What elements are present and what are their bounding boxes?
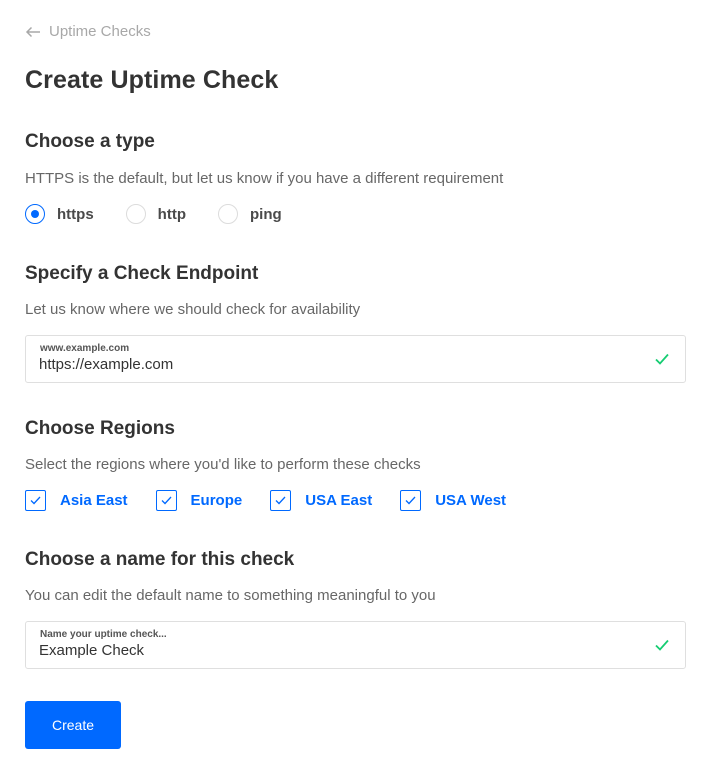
checkbox-europe[interactable]: Europe bbox=[155, 490, 243, 511]
regions-checkbox-group: Asia East Europe USA East USA West bbox=[25, 490, 534, 511]
check-name-input[interactable] bbox=[39, 642, 639, 659]
radio-label: https bbox=[57, 205, 94, 223]
radio-ping[interactable]: ping bbox=[218, 204, 282, 224]
regions-section-title: Choose Regions bbox=[25, 418, 175, 439]
arrow-left-icon bbox=[25, 26, 40, 37]
radio-label: http bbox=[157, 205, 186, 223]
checkbox[interactable] bbox=[400, 490, 422, 511]
checkmark-icon bbox=[161, 496, 172, 505]
endpoint-section-title: Specify a Check Endpoint bbox=[25, 263, 259, 284]
endpoint-input[interactable] bbox=[39, 356, 639, 373]
checkbox[interactable] bbox=[270, 490, 292, 511]
checkbox-asia-east[interactable]: Asia East bbox=[25, 490, 128, 511]
checkbox-label: Asia East bbox=[60, 492, 128, 509]
type-section-description: HTTPS is the default, but let us know if… bbox=[25, 170, 504, 187]
valid-check-icon bbox=[655, 353, 669, 365]
create-button[interactable]: Create bbox=[25, 701, 121, 749]
back-to-uptime-checks-link[interactable]: Uptime Checks bbox=[25, 23, 151, 40]
name-section-title: Choose a name for this check bbox=[25, 549, 295, 570]
checkmark-icon bbox=[275, 496, 286, 505]
radio-http[interactable]: http bbox=[125, 204, 186, 224]
valid-check-icon bbox=[655, 639, 669, 651]
checkbox-label: USA East bbox=[305, 492, 373, 509]
checkbox-usa-east[interactable]: USA East bbox=[270, 490, 372, 511]
checkmark-icon bbox=[405, 496, 416, 505]
endpoint-field-label: www.example.com bbox=[40, 343, 130, 354]
type-section-title: Choose a type bbox=[25, 131, 155, 152]
radio-button[interactable] bbox=[25, 204, 45, 224]
back-link-label: Uptime Checks bbox=[49, 23, 151, 40]
regions-section-description: Select the regions where you'd like to p… bbox=[25, 456, 421, 473]
radio-button[interactable] bbox=[125, 204, 146, 224]
checkbox[interactable] bbox=[25, 490, 46, 511]
checkbox-label: USA West bbox=[435, 492, 507, 509]
radio-label: ping bbox=[250, 205, 282, 223]
radio-button[interactable] bbox=[218, 204, 238, 224]
checkbox-usa-west[interactable]: USA West bbox=[400, 490, 506, 511]
name-section-description: You can edit the default name to somethi… bbox=[25, 587, 436, 604]
checkbox-label: Europe bbox=[190, 492, 243, 509]
page-title: Create Uptime Check bbox=[25, 66, 279, 94]
check-name-field[interactable]: Name your uptime check... bbox=[25, 621, 686, 669]
checkbox[interactable] bbox=[155, 490, 177, 511]
endpoint-field[interactable]: www.example.com bbox=[25, 335, 686, 383]
type-radio-group: https http ping bbox=[25, 204, 314, 224]
checkmark-icon bbox=[30, 496, 41, 505]
radio-https[interactable]: https bbox=[25, 204, 94, 224]
endpoint-section-description: Let us know where we should check for av… bbox=[25, 301, 361, 318]
check-name-field-label: Name your uptime check... bbox=[40, 629, 167, 640]
